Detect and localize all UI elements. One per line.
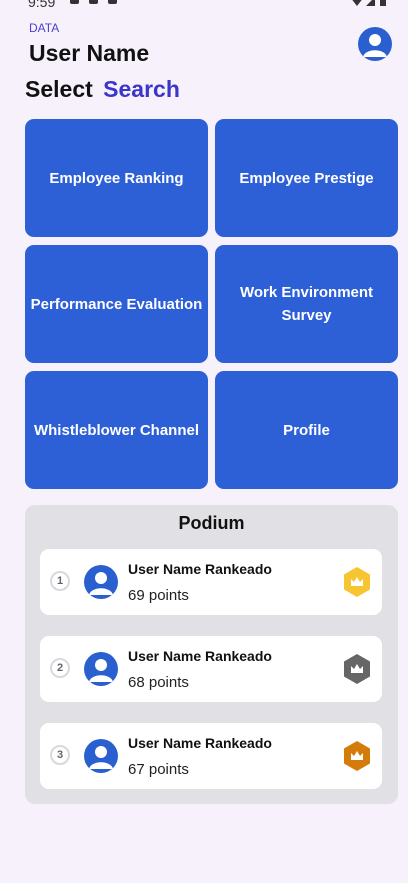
select-label: Select xyxy=(25,76,93,102)
employee-ranking-button[interactable]: Employee Ranking xyxy=(25,119,208,237)
battery-icon xyxy=(380,0,386,6)
status-bar: 9:59 xyxy=(0,0,408,22)
status-time: 9:59 xyxy=(28,0,56,10)
status-system-icons xyxy=(350,0,386,6)
select-search-heading: Select Search xyxy=(25,76,180,103)
rank-points: 69 points xyxy=(128,587,189,604)
rank-points: 68 points xyxy=(128,674,189,691)
whistleblower-channel-button[interactable]: Whistleblower Channel xyxy=(25,371,208,489)
notification-icon xyxy=(108,0,117,4)
user-avatar-icon xyxy=(84,565,118,599)
podium-title: Podium xyxy=(178,513,245,533)
crown-bronze-icon xyxy=(344,741,370,771)
crown-gold-icon xyxy=(344,567,370,597)
user-avatar-icon xyxy=(84,652,118,686)
rank-user-name: User Name Rankeado xyxy=(128,648,272,664)
status-notification-icons xyxy=(70,0,117,4)
signal-icon xyxy=(366,0,375,6)
employee-prestige-button[interactable]: Employee Prestige xyxy=(215,119,398,237)
profile-avatar-icon[interactable] xyxy=(358,27,392,61)
rank-points: 67 points xyxy=(128,761,189,778)
notification-icon xyxy=(70,0,79,4)
list-item[interactable]: 1 User Name Rankeado 69 points xyxy=(40,549,382,615)
menu-grid: Employee Ranking Employee Prestige Perfo… xyxy=(25,119,398,489)
wifi-icon xyxy=(350,0,364,6)
rank-number: 2 xyxy=(50,658,70,678)
podium-panel: Podium 1 User Name Rankeado 69 points 2 … xyxy=(25,505,398,804)
rank-user-name: User Name Rankeado xyxy=(128,561,272,577)
work-environment-survey-button[interactable]: Work Environment Survey xyxy=(215,245,398,363)
data-label: DATA xyxy=(29,21,60,35)
search-link[interactable]: Search xyxy=(103,76,180,102)
list-item[interactable]: 2 User Name Rankeado 68 points xyxy=(40,636,382,702)
user-name-title: User Name xyxy=(29,40,150,66)
list-item[interactable]: 3 User Name Rankeado 67 points xyxy=(40,723,382,789)
rank-number: 1 xyxy=(50,571,70,591)
crown-silver-icon xyxy=(344,654,370,684)
rank-user-name: User Name Rankeado xyxy=(128,735,272,751)
notification-icon xyxy=(89,0,98,4)
rank-number: 3 xyxy=(50,745,70,765)
performance-evaluation-button[interactable]: Performance Evaluation xyxy=(25,245,208,363)
user-avatar-icon xyxy=(84,739,118,773)
profile-button[interactable]: Profile xyxy=(215,371,398,489)
